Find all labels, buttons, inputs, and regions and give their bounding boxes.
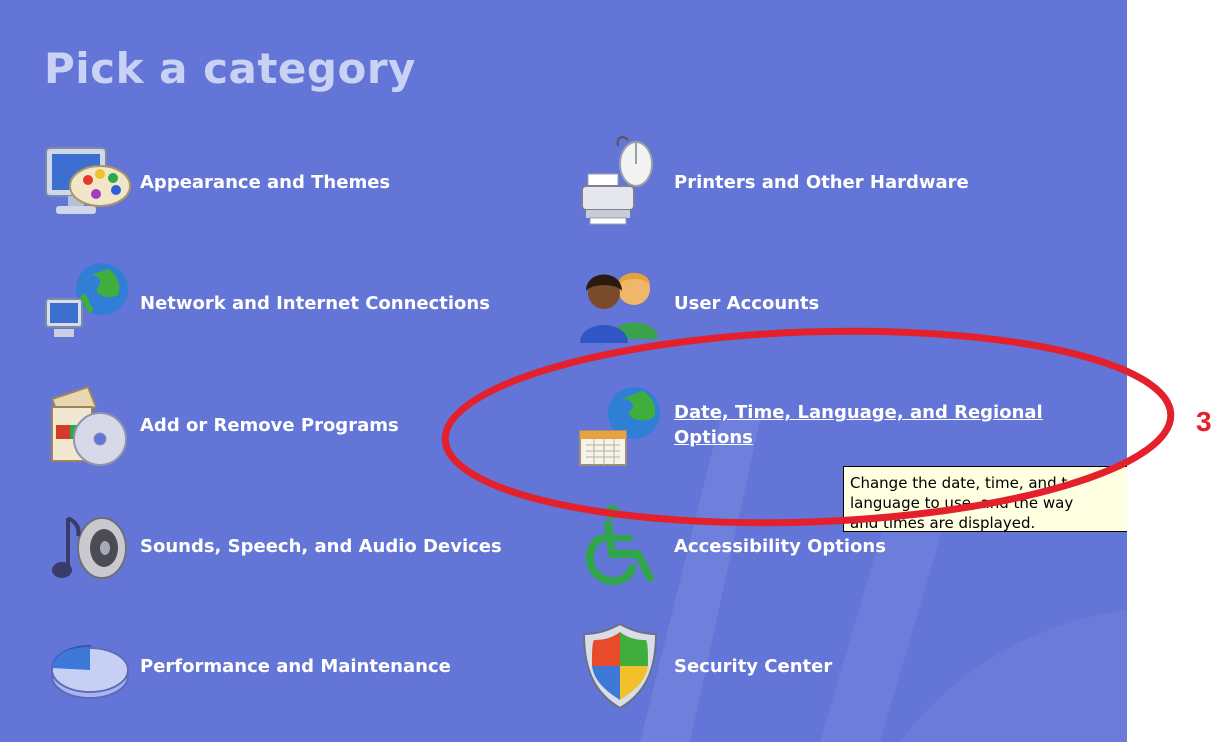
network-connections-icon bbox=[38, 255, 134, 351]
user-accounts-icon bbox=[572, 255, 668, 351]
category-label[interactable]: Accessibility Options bbox=[674, 536, 886, 557]
add-remove-programs-icon bbox=[38, 377, 134, 473]
category-date-time-language-regional[interactable]: Date, Time, Language, and Regional Optio… bbox=[572, 377, 1094, 473]
category-printers-hardware[interactable]: Printers and Other Hardware bbox=[572, 134, 969, 230]
appearance-themes-icon bbox=[38, 134, 134, 230]
accessibility-icon bbox=[572, 498, 668, 594]
category-network-connections[interactable]: Network and Internet Connections bbox=[38, 255, 490, 351]
category-label[interactable]: Performance and Maintenance bbox=[140, 656, 451, 677]
category-add-remove-programs[interactable]: Add or Remove Programs bbox=[38, 377, 399, 473]
tooltip: Change the date, time, and t language to… bbox=[843, 466, 1127, 532]
category-label[interactable]: Sounds, Speech, and Audio Devices bbox=[140, 536, 502, 557]
printer-hardware-icon bbox=[572, 134, 668, 230]
category-label[interactable]: Date, Time, Language, and Regional Optio… bbox=[674, 400, 1094, 450]
category-label[interactable]: Security Center bbox=[674, 656, 832, 677]
pie-chart-performance-icon bbox=[38, 618, 134, 714]
category-label[interactable]: Add or Remove Programs bbox=[140, 415, 399, 436]
tooltip-line: Change the date, time, and t bbox=[850, 474, 1068, 492]
category-security-center[interactable]: Security Center bbox=[572, 618, 832, 714]
tooltip-line: and times are displayed. bbox=[850, 514, 1036, 532]
control-panel-category-view: Pick a category Appearance and Themes Pr… bbox=[0, 0, 1127, 742]
security-shield-icon bbox=[572, 618, 668, 714]
category-appearance-themes[interactable]: Appearance and Themes bbox=[38, 134, 390, 230]
category-performance-maintenance[interactable]: Performance and Maintenance bbox=[38, 618, 451, 714]
tooltip-line: language to use, and the way bbox=[850, 494, 1074, 512]
category-label[interactable]: Appearance and Themes bbox=[140, 172, 390, 193]
category-sounds-speech-audio[interactable]: Sounds, Speech, and Audio Devices bbox=[38, 498, 502, 594]
date-time-globe-icon bbox=[572, 377, 668, 473]
speaker-audio-icon bbox=[38, 498, 134, 594]
annotation-step-number: 3 bbox=[1196, 406, 1212, 437]
category-user-accounts[interactable]: User Accounts bbox=[572, 255, 819, 351]
category-accessibility-options[interactable]: Accessibility Options bbox=[572, 498, 886, 594]
page-title: Pick a category bbox=[44, 44, 416, 93]
category-label[interactable]: Network and Internet Connections bbox=[140, 293, 490, 314]
category-label[interactable]: User Accounts bbox=[674, 293, 819, 314]
category-label[interactable]: Printers and Other Hardware bbox=[674, 172, 969, 193]
